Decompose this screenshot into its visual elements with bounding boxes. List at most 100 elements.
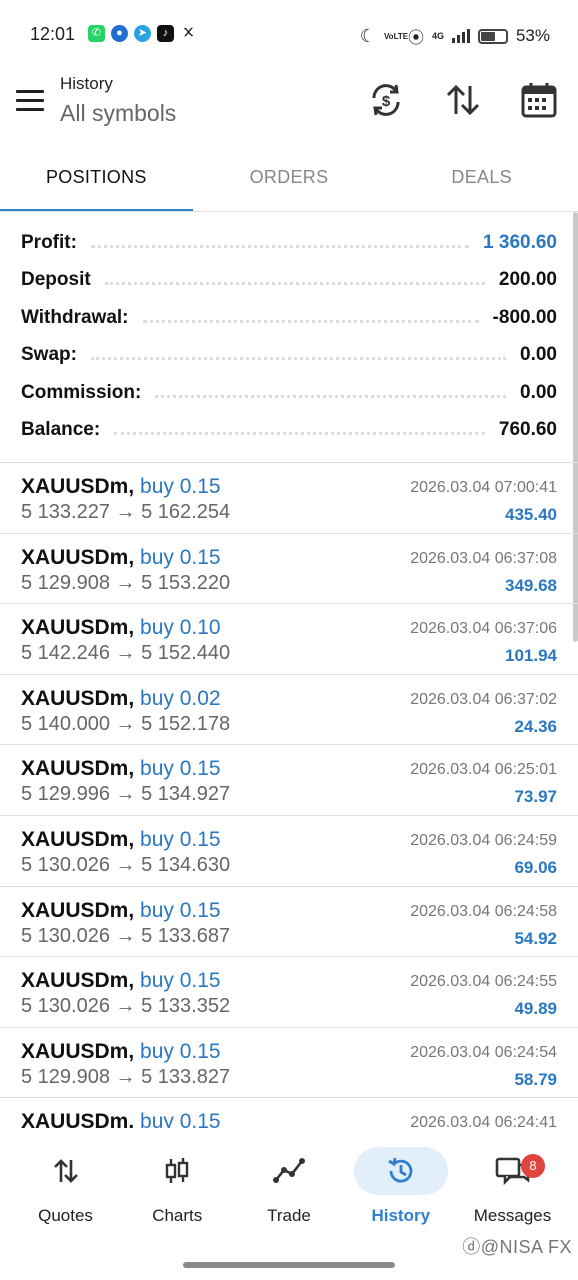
deal-symbol: XAUUSDm,	[21, 475, 135, 498]
list-item[interactable]: XAUUSDm, buy 0.15 5 129.996 → 5 134.927 …	[0, 745, 578, 816]
list-item[interactable]: XAUUSDm, buy 0.15 5 133.227 → 5 162.254 …	[0, 463, 578, 534]
nav-label: Trade	[267, 1206, 311, 1225]
deal-prices: 5 142.246 → 5 152.440	[21, 642, 231, 665]
deal-symbol: XAUUSDm,	[21, 1039, 135, 1063]
deal-time: 2026.03.04 06:24:41	[410, 1114, 557, 1128]
deal-profit: 58.79	[514, 1069, 557, 1089]
deal-time: 2026.03.04 07:00:41	[410, 479, 557, 496]
deal-time: 2026.03.04 06:24:54	[410, 1043, 557, 1061]
deal-side: buy 0.15	[140, 545, 221, 569]
list-item[interactable]: XAUUSDm, buy 0.15 5 130.026 → 5 133.352 …	[0, 957, 578, 1028]
deal-side: buy 0.15	[140, 1039, 221, 1063]
deal-prices: 5 130.026 → 5 133.687	[21, 924, 231, 947]
deal-side: buy 0.15	[140, 475, 221, 498]
deal-symbol: XAUUSDm,	[21, 969, 135, 993]
deal-side: buy 0.10	[140, 616, 221, 640]
deal-symbol: XAUUSDm,	[21, 1110, 135, 1128]
deal-prices: 5 129.908 → 5 153.220	[21, 571, 231, 594]
deal-symbol: XAUUSDm,	[21, 898, 135, 922]
watermark-logo-icon: ⓓ	[462, 1237, 481, 1257]
list-item[interactable]: XAUUSDm, buy 0.15 2026.03.04 06:24:41	[0, 1098, 578, 1128]
network-type: 4G	[431, 31, 444, 41]
deal-time: 2026.03.04 06:37:02	[410, 690, 557, 708]
app-notification-icon: ᙭	[183, 27, 194, 39]
nav-quotes[interactable]: Quotes	[10, 1140, 121, 1240]
deal-profit: 101.94	[505, 646, 557, 666]
deal-prices: 5 130.026 → 5 133.352	[21, 995, 231, 1018]
notification-icons: ✆ ● ➤ ♪ ᙭	[88, 25, 197, 42]
deal-profit: 69.06	[514, 857, 557, 877]
deal-symbol: XAUUSDm,	[21, 686, 135, 710]
list-item[interactable]: XAUUSDm, buy 0.02 5 140.000 → 5 152.178 …	[0, 675, 578, 746]
deal-symbol: XAUUSDm,	[21, 545, 135, 569]
deal-symbol: XAUUSDm,	[21, 757, 135, 781]
nav-history[interactable]: History	[345, 1140, 456, 1240]
summary-label: Commission:	[21, 381, 142, 403]
deal-time: 2026.03.04 06:24:55	[410, 973, 557, 991]
deal-side: buy 0.15	[140, 969, 221, 993]
calendar-icon[interactable]	[519, 80, 559, 120]
summary-row-withdrawal: Withdrawal: -800.00	[0, 299, 578, 337]
summary-value: 0.00	[520, 344, 557, 366]
list-item[interactable]: XAUUSDm, buy 0.10 5 142.246 → 5 152.440 …	[0, 604, 578, 675]
menu-icon[interactable]	[16, 90, 44, 112]
bottom-navigation: Quotes Charts Trade History 8 Messages	[0, 1140, 578, 1240]
quotes-arrows-icon	[53, 1159, 78, 1183]
list-item[interactable]: XAUUSDm, buy 0.15 5 130.026 → 5 133.687 …	[0, 887, 578, 958]
symbol-filter[interactable]: All symbols	[60, 100, 176, 127]
nav-charts[interactable]: Charts	[122, 1140, 233, 1240]
summary-label: Deposit	[21, 269, 91, 291]
volte-label: VoLTE	[383, 31, 409, 41]
deal-profit: 73.97	[514, 787, 557, 807]
watermark: ⓓ@NISA FX	[462, 1233, 572, 1259]
deal-profit: 24.36	[514, 716, 557, 736]
summary-value: 200.00	[498, 269, 557, 291]
deal-time: 2026.03.04 06:24:59	[410, 831, 557, 849]
summary-value: 760.60	[498, 419, 557, 441]
summary-label: Swap:	[21, 344, 77, 366]
status-bar: 12:01 ✆ ● ➤ ♪ ᙭ ☾ VoLTE ⦿ 4G 53%	[0, 0, 578, 66]
tab-positions[interactable]: POSITIONS	[0, 152, 193, 212]
whatsapp-icon: ✆	[88, 25, 105, 42]
nav-trade[interactable]: Trade	[234, 1140, 345, 1240]
deals-list: XAUUSDm, buy 0.15 5 133.227 → 5 162.254 …	[0, 463, 578, 1128]
currency-exchange-icon[interactable]: $	[366, 80, 406, 120]
home-indicator[interactable]	[183, 1262, 395, 1268]
nav-label: History	[371, 1206, 431, 1225]
deal-profit: 435.40	[505, 505, 557, 524]
summary-row-deposit: Deposit 200.00	[0, 262, 578, 300]
deal-prices: 5 133.227 → 5 162.254	[21, 501, 231, 523]
list-item[interactable]: XAUUSDm, buy 0.15 5 129.908 → 5 153.220 …	[0, 534, 578, 605]
list-item[interactable]: XAUUSDm, buy 0.15 5 129.908 → 5 133.827 …	[0, 1028, 578, 1099]
sort-icon[interactable]	[443, 80, 483, 120]
summary-row-profit: Profit: 1 360.60	[0, 224, 578, 262]
tab-orders[interactable]: ORDERS	[193, 152, 386, 212]
signal-icon	[451, 29, 470, 43]
history-tabs: POSITIONS ORDERS DEALS	[0, 152, 578, 212]
summary-value: -800.00	[492, 306, 557, 328]
watermark-text: @NISA FX	[480, 1237, 572, 1257]
summary-row-balance: Balance: 760.60	[0, 412, 578, 450]
unread-badge: 8	[521, 1154, 545, 1178]
tabs-divider	[0, 211, 578, 212]
tab-deals[interactable]: DEALS	[385, 152, 578, 212]
trade-line-icon	[273, 1158, 305, 1183]
messenger-icon: ●	[111, 25, 128, 42]
telegram-icon: ➤	[134, 25, 151, 42]
list-item[interactable]: XAUUSDm, buy 0.15 5 130.026 → 5 134.630 …	[0, 816, 578, 887]
deal-time: 2026.03.04 06:24:58	[410, 902, 557, 920]
dnd-moon-icon: ☾	[359, 25, 376, 46]
summary-label: Profit:	[21, 231, 77, 253]
deal-time: 2026.03.04 06:25:01	[410, 761, 557, 779]
nav-label: Messages	[473, 1206, 552, 1225]
battery-percent: 53%	[515, 26, 550, 45]
deal-side: buy 0.15	[140, 757, 221, 781]
deal-symbol: XAUUSDm,	[21, 827, 135, 851]
summary-value: 1 360.60	[483, 231, 557, 253]
deal-prices: 5 140.000 → 5 152.178	[21, 712, 231, 735]
history-clock-icon	[388, 1157, 413, 1183]
summary-label: Withdrawal:	[21, 306, 129, 328]
deal-time: 2026.03.04 06:37:06	[410, 620, 557, 638]
account-summary: Profit: 1 360.60 Deposit 200.00 Withdraw…	[0, 224, 578, 449]
nav-messages[interactable]: 8 Messages	[457, 1140, 568, 1240]
